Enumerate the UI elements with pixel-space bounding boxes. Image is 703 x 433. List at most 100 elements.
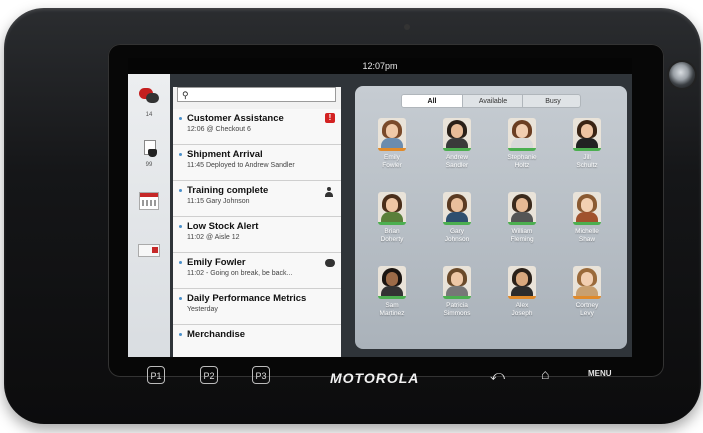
search-input[interactable]: ⚲ [177,87,336,102]
tab-busy[interactable]: Busy [522,95,580,107]
alert-icon: ! [325,113,335,123]
camera-lens-icon [669,62,695,88]
contact-last-name: Simmons [443,310,471,317]
contact-first-name: Andrew [445,154,469,161]
message-subtitle: Yesterday [187,306,218,313]
contact-last-name: Holtz [514,162,530,169]
rail-item-cards[interactable] [128,244,170,257]
contact-card[interactable]: William Fleming [492,192,552,244]
contact-last-name: Martinez [379,310,405,317]
document-icon [142,140,157,158]
list-item[interactable]: Low Stock Alert 11:02 @ Aisle 12 [173,217,341,253]
list-item[interactable]: Emily Fowler 11:02 - Going on break, be b… [173,253,341,289]
contact-name: Sam Martinez [362,302,422,318]
contact-first-name: Michelle [575,228,599,235]
contact-name: Michelle Shaw [557,228,617,244]
calendar-icon [139,192,159,210]
contact-card[interactable]: Stephanie Holtz [492,118,552,170]
contacts-panel: All Available Busy Emily Fowler Andrew Sand… [355,86,627,349]
brand-logo: MOTOROLA [330,370,420,386]
filter-tabs: All Available Busy [401,94,581,108]
unread-dot [179,189,182,192]
contact-card[interactable]: Patricia Simmons [427,266,487,318]
unread-dot [179,117,182,120]
avatar [508,266,536,299]
contact-last-name: Fowler [382,162,402,169]
message-title: Emily Fowler [187,257,246,268]
contact-card[interactable]: Jill Schultz [557,118,617,170]
contact-first-name: Stephanie [507,154,537,161]
contact-card[interactable]: Michelle Shaw [557,192,617,244]
avatar [508,192,536,225]
home-icon[interactable]: ⌂ [541,366,549,382]
message-title: Customer Assistance [187,113,284,124]
message-subtitle: 11:15 Gary Johnson [187,198,250,205]
list-item[interactable]: Shipment Arrival 11:45 Deployed to Andrew… [173,145,341,181]
card-icon [138,244,160,257]
contact-name: Jill Schultz [557,154,617,170]
contact-name: Andrew Sandler [427,154,487,170]
list-item[interactable]: Training complete 11:15 Gary Johnson [173,181,341,217]
contact-last-name: Joseph [511,310,533,317]
back-icon[interactable]: ⤺ [490,367,505,384]
app-area: 14 99 ⚲ Customer Assistance 12:06 @ Check… [128,74,632,357]
contact-card[interactable]: Emily Fowler [362,118,422,170]
p3-button[interactable]: P3 [252,366,270,384]
avatar [573,192,601,225]
contact-name: Stephanie Holtz [492,154,552,170]
tab-all[interactable]: All [402,95,462,107]
message-title: Shipment Arrival [187,149,263,160]
avatar [443,192,471,225]
rail-item-messages[interactable]: 14 [128,88,170,118]
contact-first-name: Cortney [575,302,599,309]
message-title: Merchandise [187,329,246,340]
message-subtitle: 11:02 @ Aisle 12 [187,234,240,241]
contact-card[interactable]: Brian Doherty [362,192,422,244]
front-sensor [404,24,410,30]
chat-icon [138,88,160,105]
contact-first-name: Brian [384,228,400,235]
rail-count: 14 [145,112,153,118]
contact-name: Patricia Simmons [427,302,487,318]
tab-available[interactable]: Available [462,95,523,107]
rail-item-tasks[interactable]: 99 [128,140,170,168]
message-title: Daily Performance Metrics [187,293,307,304]
unread-dot [179,333,182,336]
search-icon: ⚲ [182,90,189,100]
message-subtitle: 12:06 @ Checkout 6 [187,126,251,133]
contact-name: Brian Doherty [362,228,422,244]
contact-last-name: Johnson [444,236,470,243]
contact-first-name: Sam [385,302,399,309]
status-time: 12:07pm [362,61,398,71]
p2-button[interactable]: P2 [200,366,218,384]
message-subtitle: 11:45 Deployed to Andrew Sandler [187,162,295,169]
avatar [443,266,471,299]
avatar [378,266,406,299]
unread-dot [179,225,182,228]
rail-count: 99 [145,162,153,168]
contact-card[interactable]: Gary Johnson [427,192,487,244]
contact-first-name: Patricia [446,302,468,309]
unread-dot [179,153,182,156]
list-item[interactable]: Customer Assistance 12:06 @ Checkout 6! [173,109,341,145]
rail-item-calendar[interactable] [128,192,170,210]
screen: 12:07pm 14 99 ⚲ Customer Assistance 12:06 [128,58,632,357]
menu-button[interactable]: MENU [588,369,612,378]
contact-card[interactable]: Cortney Levy [557,266,617,318]
contact-name: William Fleming [492,228,552,244]
message-title: Training complete [187,185,269,196]
list-item[interactable]: Daily Performance Metrics Yesterday [173,289,341,325]
message-list-panel: ⚲ Customer Assistance 12:06 @ Checkout 6!… [173,87,341,357]
contact-last-name: Levy [580,310,594,317]
list-item[interactable]: Merchandise [173,325,341,357]
contact-last-name: Fleming [510,236,534,243]
unread-dot [179,297,182,300]
contact-card[interactable]: Andrew Sandler [427,118,487,170]
contact-first-name: Emily [384,154,400,161]
contact-first-name: William [511,228,533,235]
contact-card[interactable]: Alex Joseph [492,266,552,318]
avatar [573,118,601,151]
contact-card[interactable]: Sam Martinez [362,266,422,318]
p1-button[interactable]: P1 [147,366,165,384]
person-icon [325,187,333,197]
